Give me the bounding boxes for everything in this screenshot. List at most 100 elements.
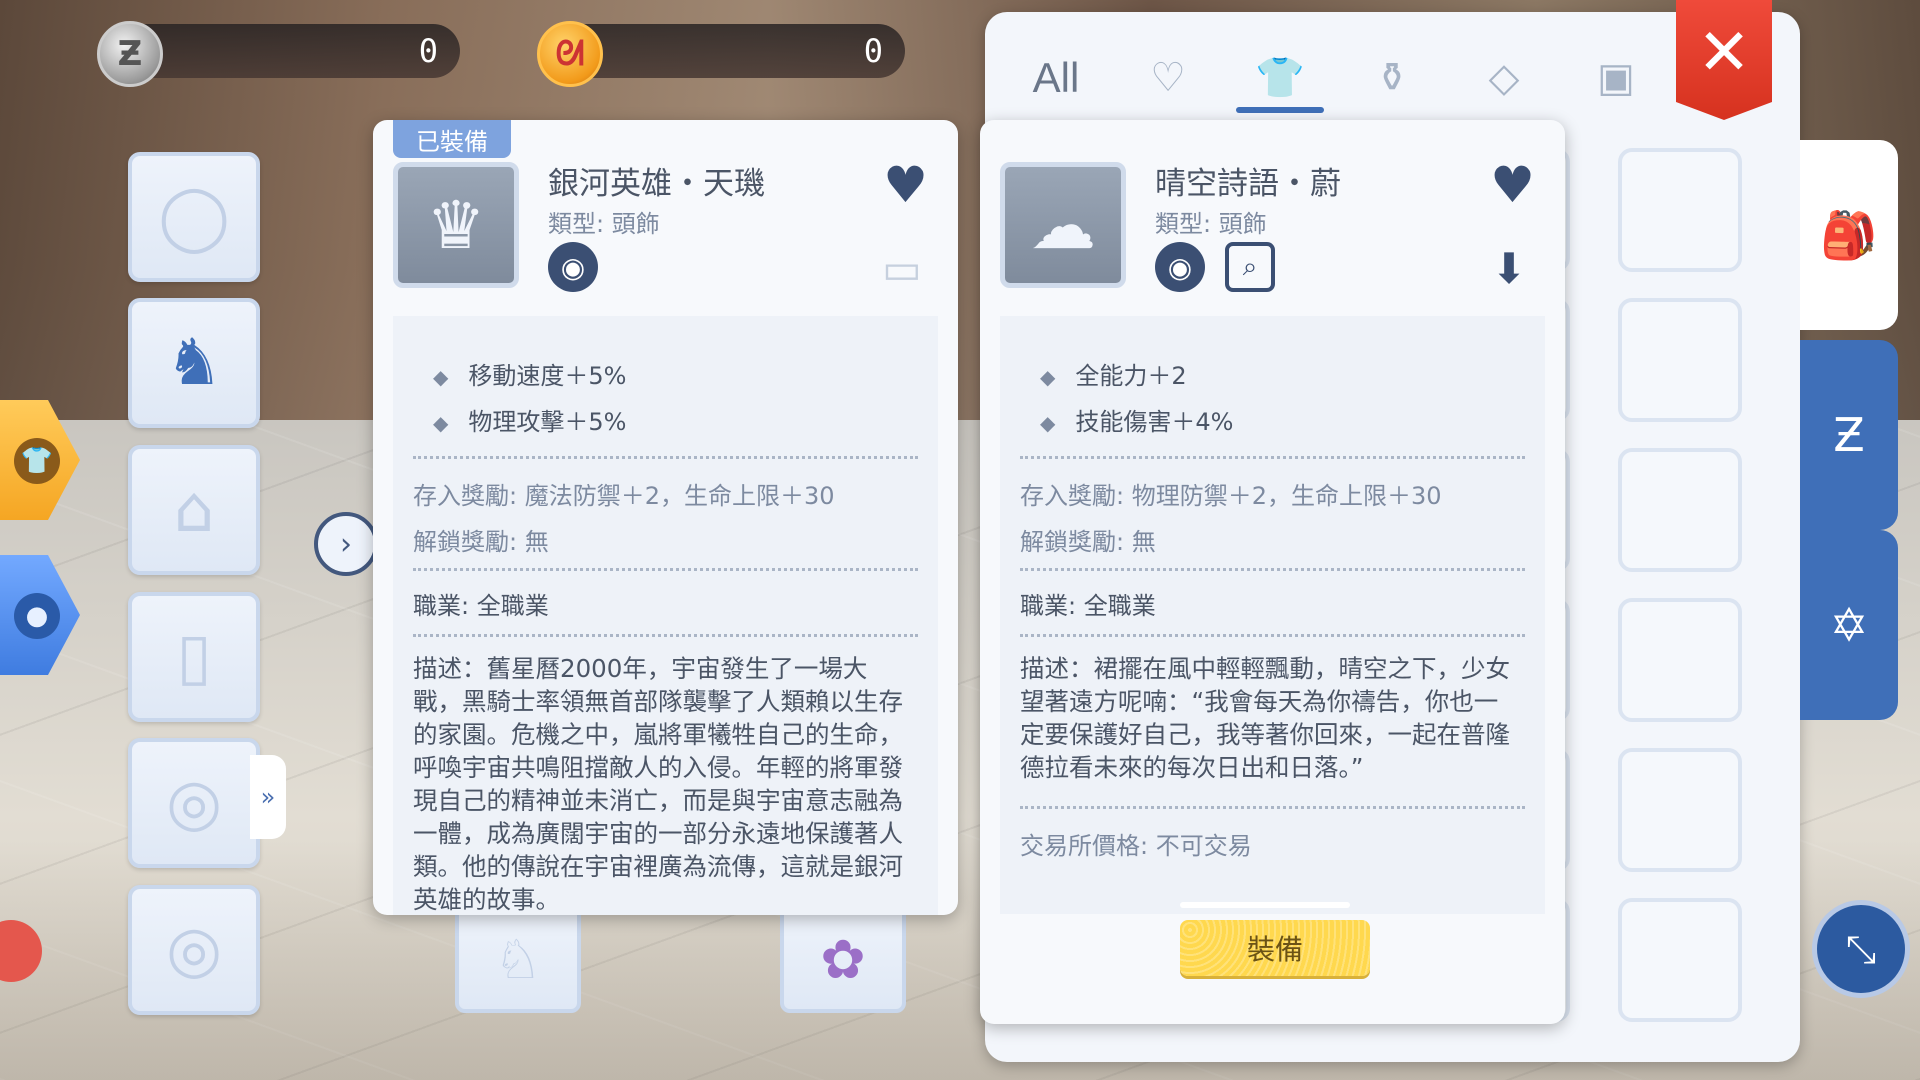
tab-hexagram[interactable]: ✡: [1800, 530, 1898, 720]
trade-price: 交易所價格: 不可交易: [1020, 826, 1252, 861]
mount-placeholder-icon: ♘: [493, 927, 543, 991]
unlock-value: 無: [524, 528, 549, 556]
item-name: 銀河英雄・天璣: [548, 166, 765, 202]
job-key: 職業:: [413, 592, 470, 620]
inventory-cell[interactable]: [1618, 748, 1742, 872]
slot-pet[interactable]: ✿: [780, 905, 906, 1013]
diamond-bullet-icon: ◆: [1040, 365, 1056, 389]
item-type-key: 類型:: [1155, 210, 1212, 238]
tab-all-label: All: [1032, 53, 1080, 101]
slot-mount[interactable]: ♘: [455, 905, 581, 1013]
stat-text: 技能傷害＋4%: [1075, 408, 1234, 436]
tab-backpack[interactable]: 🎒: [1800, 140, 1898, 330]
item-description: 描述：舊星曆2000年，宇宙發生了一場大戰，黑騎士率領無首部隊襲擊了人類賴以生存…: [413, 654, 903, 914]
item-type: 類型: 頭飾: [1155, 204, 1267, 239]
close-button[interactable]: ✕: [1676, 0, 1772, 120]
heart-outline-icon: ♡: [1150, 54, 1186, 101]
tab-zeny-bag[interactable]: Ƶ: [1800, 340, 1898, 530]
inventory-cell[interactable]: [1618, 448, 1742, 572]
slot-accessory-1[interactable]: ◎: [128, 738, 260, 868]
crown-headgear-icon: ♛: [426, 186, 486, 264]
slot-cape[interactable]: ⌂: [128, 445, 260, 575]
ring-placeholder-icon: ◎: [166, 913, 222, 987]
item-details: ◆ 全能力＋2 ◆ 技能傷害＋4% 存入獎勵: 物理防禦＋2，生命上限＋30 解鎖獎…: [1000, 316, 1545, 914]
shortcut-button[interactable]: ⤡: [1812, 900, 1910, 998]
diamond-bullet-icon: ◆: [1040, 411, 1056, 435]
unequip-tray-icon[interactable]: ▭: [876, 242, 928, 294]
expand-slots-button[interactable]: »: [250, 755, 286, 839]
divider: [413, 634, 918, 637]
preview-eye-icon[interactable]: ◉: [1155, 242, 1205, 292]
slot-costume[interactable]: ♞: [128, 298, 260, 428]
trade-value: 不可交易: [1155, 832, 1252, 860]
job-key: 職業:: [1020, 592, 1077, 620]
tab-cards[interactable]: ▣: [1560, 40, 1672, 115]
ring-placeholder-icon: ◎: [166, 766, 222, 840]
deposit-reward: 存入獎勵: 物理防禦＋2，生命上限＋30: [1020, 476, 1442, 511]
inventory-cell[interactable]: [1618, 598, 1742, 722]
favorite-heart-icon[interactable]: ♥: [883, 160, 928, 210]
unlock-reward: 解鎖獎勵: 無: [413, 522, 549, 557]
next-arrow-button[interactable]: ›: [314, 512, 378, 576]
balloon-pet-icon: ✿: [820, 927, 866, 991]
job-line: 職業: 全職業: [1020, 586, 1156, 621]
item-thumbnail[interactable]: ☁: [1000, 162, 1126, 288]
slot-headgear[interactable]: ◯: [128, 152, 260, 282]
item-type-key: 類型:: [548, 210, 605, 238]
stat-line: ◆ 技能傷害＋4%: [1040, 402, 1233, 437]
divider: [1020, 634, 1525, 637]
trade-key: 交易所價格:: [1020, 832, 1149, 860]
bottle-icon: ⚱: [1375, 54, 1409, 101]
item-type: 類型: 頭飾: [548, 204, 660, 239]
slot-shoes[interactable]: ▯: [128, 592, 260, 722]
inventory-cell[interactable]: [1618, 898, 1742, 1022]
cape-placeholder-icon: ⌂: [173, 473, 215, 547]
unlock-key: 解鎖獎勵:: [1020, 528, 1125, 556]
zeny-currency-bar: Ƶ 0: [97, 21, 460, 87]
deposit-key: 存入獎勵:: [413, 482, 518, 510]
zeny-bag-icon: Ƶ: [1833, 408, 1865, 462]
item-type-value: 頭飾: [611, 210, 660, 238]
person-icon: ●: [14, 593, 60, 639]
scroll-indicator[interactable]: [1180, 902, 1350, 908]
chevron-right-icon: ›: [340, 526, 352, 562]
divider: [1020, 806, 1525, 809]
cat-coin-icon: ᘛ: [537, 21, 603, 87]
equipped-tag: 已裝備: [393, 120, 511, 158]
costume-figure-icon: ♞: [165, 326, 223, 400]
tab-consumables[interactable]: ⚱: [1336, 40, 1448, 115]
stat-line: ◆ 移動速度＋5%: [433, 356, 626, 391]
item-name: 晴空詩語・蔚: [1155, 166, 1341, 202]
zeny-coin-icon: Ƶ: [97, 21, 163, 87]
inventory-cell[interactable]: [1618, 148, 1742, 272]
divider: [1020, 568, 1525, 571]
stat-line: ◆ 物理攻擊＋5%: [433, 402, 626, 437]
job-value: 全職業: [1083, 592, 1156, 620]
cat-currency-bar: ᘛ 0: [537, 21, 905, 87]
deposit-download-icon[interactable]: ⬇: [1483, 242, 1535, 294]
slot-accessory-2[interactable]: ◎: [128, 885, 260, 1015]
item-description: 描述：裙擺在風中輕輕飄動，晴空之下，少女望著遠方呢喃：“我會每天為你禱告，你也一…: [1020, 654, 1510, 782]
preview-item-card: ☁ 晴空詩語・蔚 類型: 頭飾 ♥ ◉ ⌕ ⬇ ◆ 全能力＋2 ◆ 技能傷害＋4% …: [980, 120, 1565, 1024]
item-type-value: 頭飾: [1218, 210, 1267, 238]
tab-gems[interactable]: ◇: [1448, 40, 1560, 115]
divider: [1020, 456, 1525, 459]
deposit-value: 魔法防禦＋2，生命上限＋30: [524, 482, 835, 510]
item-thumbnail[interactable]: ♛: [393, 162, 519, 288]
equip-button[interactable]: 裝備: [1180, 920, 1370, 976]
favorite-heart-icon[interactable]: ♥: [1490, 160, 1535, 210]
inventory-cell[interactable]: [1618, 298, 1742, 422]
hexagram-icon: ✡: [1829, 598, 1869, 652]
job-line: 職業: 全職業: [413, 586, 549, 621]
stat-text: 物理攻擊＋5%: [468, 408, 627, 436]
tab-all[interactable]: All: [1000, 40, 1112, 115]
tab-favorites[interactable]: ♡: [1112, 40, 1224, 115]
card-icon: ▣: [1597, 54, 1635, 101]
diamond-bullet-icon: ◆: [433, 411, 449, 435]
equipped-item-card: 已裝備 ♛ 銀河英雄・天璣 類型: 頭飾 ♥ ◉ ▭ ◆ 移動速度＋5% ◆ 物理攻…: [373, 120, 958, 915]
close-icon: ✕: [1697, 16, 1751, 90]
shirt-icon: 👕: [14, 438, 60, 484]
tab-costume[interactable]: 👕: [1224, 40, 1336, 115]
inspect-search-icon[interactable]: ⌕: [1225, 242, 1275, 292]
preview-eye-icon[interactable]: ◉: [548, 242, 598, 292]
